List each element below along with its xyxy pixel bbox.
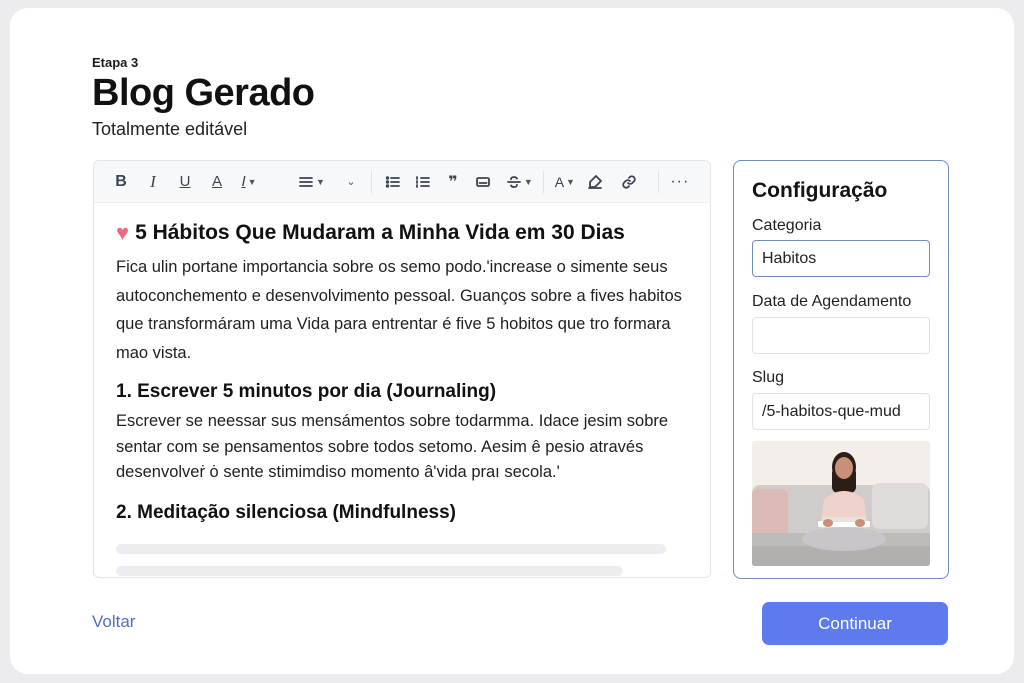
config-panel: Configuração Categoria Data de Agendamen… <box>733 160 949 579</box>
highlight-button[interactable] <box>584 169 606 195</box>
heart-icon: ♥ <box>116 220 130 245</box>
underline-button[interactable]: U <box>174 169 196 195</box>
section-paragraph-journaling: Escrever se neessar sus mensámentos sobr… <box>116 412 669 481</box>
text-size-icon: A <box>554 173 565 190</box>
loading-line <box>116 566 623 576</box>
bold-button[interactable]: B <box>110 169 132 195</box>
slug-label: Slug <box>752 369 785 386</box>
italic-button[interactable]: I <box>142 169 164 195</box>
align-dropdown[interactable]: ▼ <box>298 169 325 195</box>
section-heading-journaling: 1. Escrever 5 minutos por dia (Journalin… <box>116 381 497 402</box>
chevron-down-icon: ▼ <box>247 176 257 187</box>
bullet-list-button[interactable] <box>382 169 404 195</box>
rich-text-editor[interactable]: B I U A I ▼ ▼ ⌄ ❞ ▼ A ▼ ··· ♥ 5 Hábitos … <box>93 160 711 578</box>
bullet-list-icon <box>385 175 400 188</box>
paragraph-dropdown[interactable]: ⌄ <box>339 169 361 195</box>
editor-toolbar: B I U A I ▼ ▼ ⌄ ❞ ▼ A ▼ ··· <box>94 161 710 203</box>
chevron-down-icon: ⌄ <box>346 176 356 188</box>
section-heading-mindfulness: 2. Meditação silenciosa (Mindfulness) <box>116 501 456 523</box>
strikethrough-dropdown[interactable]: ▼ <box>506 169 533 195</box>
font-color-button[interactable]: A <box>206 169 228 195</box>
link-button[interactable] <box>618 169 640 195</box>
loading-line <box>116 544 666 554</box>
strikethrough-icon <box>507 175 521 188</box>
slug-input[interactable] <box>752 393 930 430</box>
featured-image-illustration <box>752 441 930 566</box>
schedule-date-input[interactable] <box>752 317 930 354</box>
numbered-list-button[interactable] <box>412 169 434 195</box>
more-options-button[interactable]: ··· <box>669 169 691 195</box>
embed-block-icon <box>476 176 490 187</box>
chevron-down-icon: ▼ <box>566 176 575 187</box>
link-icon <box>622 174 636 189</box>
back-link[interactable]: Voltar <box>92 612 135 632</box>
toolbar-divider <box>542 170 544 193</box>
editor-content[interactable]: ♥ 5 Hábitos Que Mudaram a Minha Vida em … <box>94 203 710 524</box>
text-size-dropdown[interactable]: A ▼ <box>554 169 576 195</box>
chevron-down-icon: ▼ <box>523 176 533 187</box>
featured-image[interactable] <box>752 441 930 566</box>
clear-format-dropdown[interactable]: I ▼ <box>238 169 260 195</box>
align-icon <box>299 176 313 187</box>
page-title: Blog Gerado <box>92 72 315 114</box>
config-title: Configuração <box>752 179 888 202</box>
quote-icon: ❞ <box>448 173 458 191</box>
post-title-text: 5 Hábitos Que Mudaram a Minha Vida em 30… <box>135 221 625 244</box>
embed-button[interactable] <box>472 169 494 195</box>
more-icon: ··· <box>670 172 690 190</box>
schedule-label: Data de Agendamento <box>752 293 912 310</box>
continue-button[interactable]: Continuar <box>762 602 948 645</box>
quote-button[interactable]: ❞ <box>442 169 464 195</box>
step-label: Etapa 3 <box>92 55 139 70</box>
intro-paragraph: Fica ulin portane importancia sobre os s… <box>116 258 682 362</box>
category-label: Categoria <box>752 217 822 234</box>
post-title: ♥ 5 Hábitos Que Mudaram a Minha Vida em … <box>116 221 688 245</box>
toolbar-divider <box>370 170 372 193</box>
highlighter-icon <box>587 174 602 189</box>
page-subtitle: Totalmente editável <box>92 119 248 139</box>
clear-format-icon: I <box>241 173 246 190</box>
category-input[interactable] <box>752 240 930 277</box>
numbered-list-icon <box>416 175 430 188</box>
toolbar-divider <box>657 170 659 193</box>
chevron-down-icon: ▼ <box>316 176 325 187</box>
